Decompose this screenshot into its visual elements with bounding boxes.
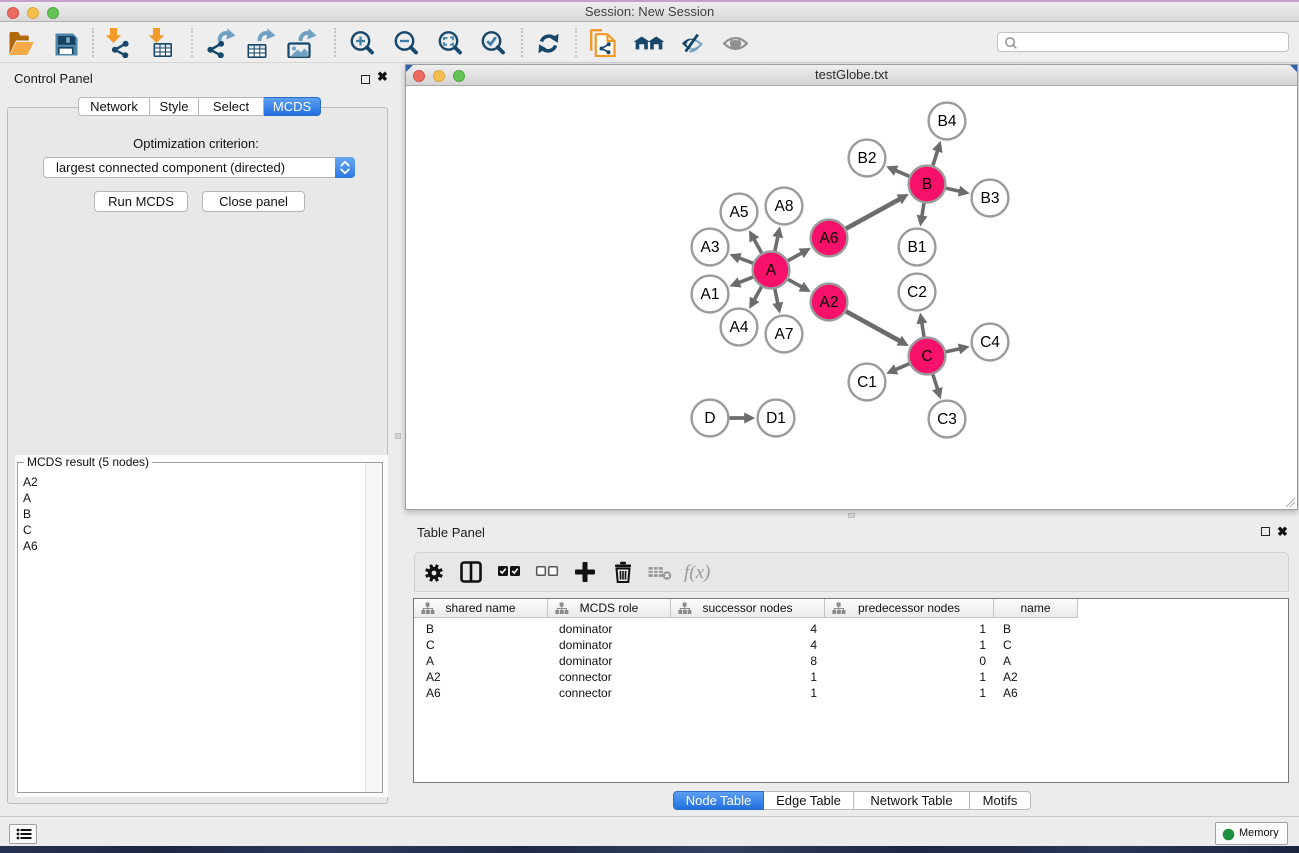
svg-text:D: D: [704, 410, 715, 427]
svg-text:C: C: [921, 348, 932, 365]
svg-text:A: A: [766, 262, 777, 279]
svg-text:B2: B2: [858, 150, 877, 167]
svg-text:B4: B4: [938, 113, 957, 130]
svg-text:B3: B3: [981, 190, 1000, 207]
svg-text:C4: C4: [980, 334, 1000, 351]
svg-text:A1: A1: [701, 286, 720, 303]
svg-text:C1: C1: [857, 374, 877, 391]
svg-text:C2: C2: [907, 284, 927, 301]
svg-text:B1: B1: [908, 239, 927, 256]
svg-text:A8: A8: [775, 198, 794, 215]
svg-text:A3: A3: [701, 239, 720, 256]
svg-text:A4: A4: [730, 319, 749, 336]
svg-text:C3: C3: [937, 411, 957, 428]
svg-text:A5: A5: [730, 204, 749, 221]
svg-text:A6: A6: [820, 230, 839, 247]
svg-text:A2: A2: [820, 294, 839, 311]
svg-text:A7: A7: [775, 326, 794, 343]
svg-text:D1: D1: [766, 410, 786, 427]
svg-text:B: B: [922, 176, 932, 193]
